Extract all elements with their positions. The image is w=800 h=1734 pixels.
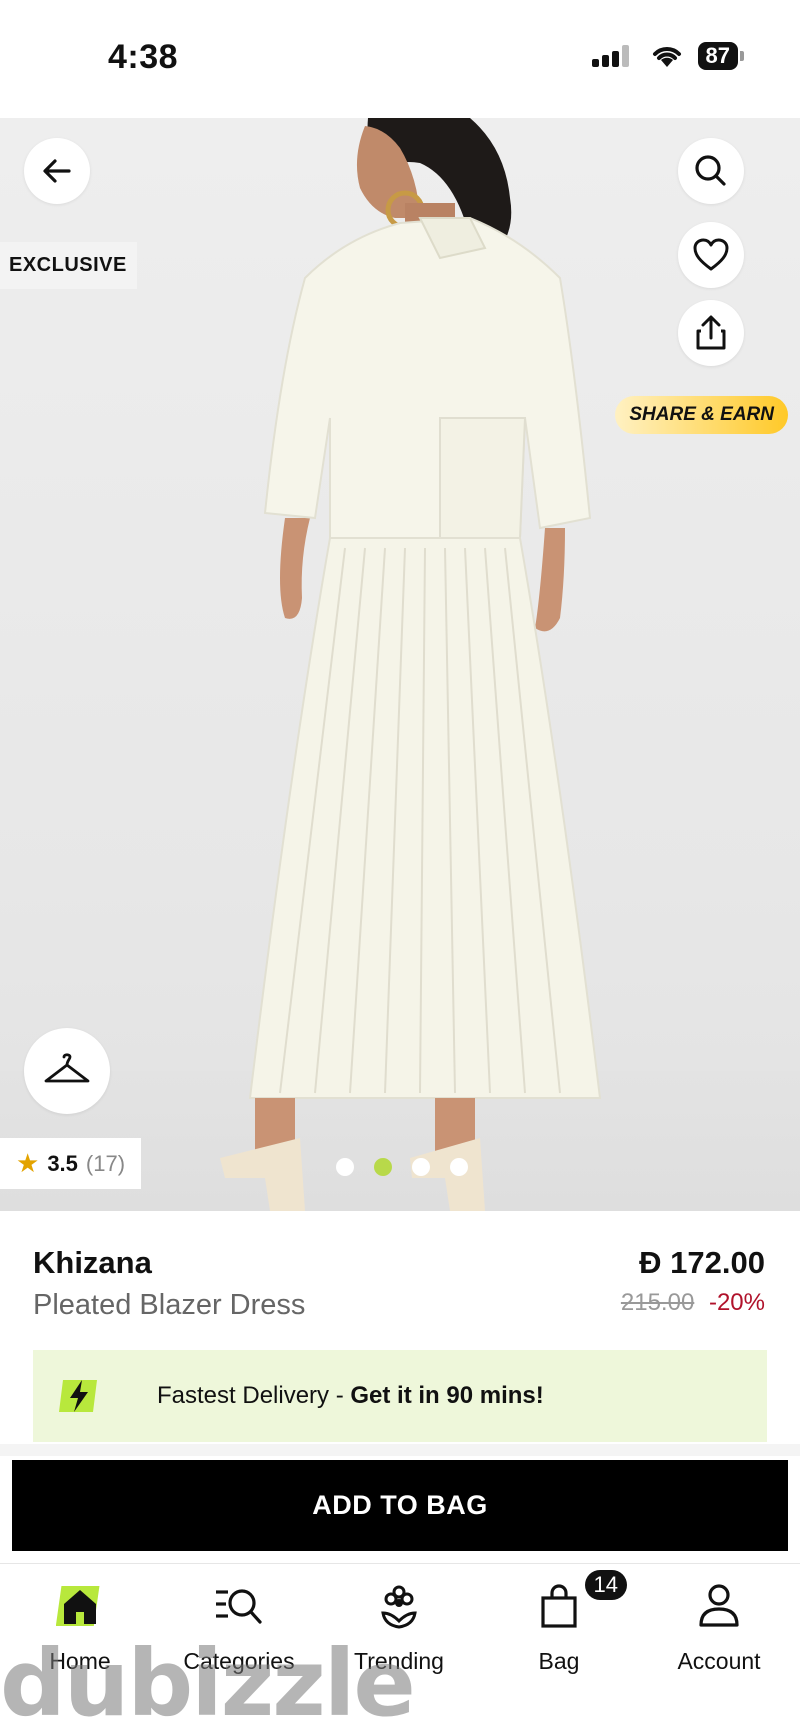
- search-button[interactable]: [678, 138, 744, 204]
- carousel-dot[interactable]: [450, 1158, 468, 1176]
- dubizzle-watermark: dubizzle: [0, 1630, 416, 1734]
- add-to-bag-button[interactable]: ADD TO BAG: [12, 1460, 788, 1551]
- lightning-icon: [59, 1380, 97, 1412]
- wishlist-button[interactable]: [678, 222, 744, 288]
- bag-count-badge: 14: [584, 1570, 627, 1600]
- rating-badge[interactable]: ★ 3.5 (17): [0, 1138, 142, 1189]
- bag-icon: 14: [531, 1570, 627, 1634]
- status-time: 4:38: [108, 38, 179, 76]
- status-icons: 87: [591, 42, 745, 70]
- status-bar: 4:38 87: [0, 0, 800, 118]
- rating-value: 3.5: [47, 1150, 78, 1176]
- star-icon: ★: [16, 1148, 40, 1178]
- share-earn-badge[interactable]: SHARE & EARN: [615, 396, 788, 434]
- wifi-icon: [652, 47, 681, 67]
- currency-symbol: Đ: [639, 1245, 662, 1280]
- back-button[interactable]: [24, 138, 90, 204]
- price-value: 172.00: [670, 1245, 765, 1280]
- product-info: Khizana Pleated Blazer Dress Đ 172.00 21…: [0, 1225, 800, 1335]
- current-price: Đ 172.00: [639, 1245, 765, 1281]
- arrow-left-icon: [43, 159, 71, 183]
- discount-percent: -20%: [708, 1289, 765, 1316]
- nav-item-bag[interactable]: 14 Bag: [484, 1570, 634, 1675]
- trending-icon: [371, 1578, 427, 1634]
- carousel-dot[interactable]: [412, 1158, 430, 1176]
- old-price: 215.00: [620, 1289, 695, 1316]
- nav-label-account: Account: [677, 1648, 761, 1674]
- carousel-dots: [336, 1158, 468, 1176]
- old-price-row: 215.00 -20%: [621, 1289, 765, 1317]
- carousel-dot-active[interactable]: [374, 1158, 392, 1176]
- rating-count: (17): [85, 1150, 126, 1176]
- nav-label-bag: Bag: [538, 1648, 580, 1674]
- battery-indicator: 87: [697, 42, 745, 70]
- carousel-dot[interactable]: [336, 1158, 354, 1176]
- product-image-carousel[interactable]: EXCLUSIVE SHARE & EARN ★ 3.5 (17): [0, 118, 800, 1211]
- section-divider: [0, 1444, 800, 1456]
- delivery-highlight: Get it in 90 mins!: [350, 1382, 544, 1409]
- categories-icon: [211, 1578, 267, 1634]
- account-icon: [691, 1578, 747, 1634]
- nav-item-account[interactable]: Account: [644, 1578, 794, 1675]
- exclusive-badge: EXCLUSIVE: [0, 242, 137, 289]
- brand-name[interactable]: Khizana: [33, 1245, 152, 1281]
- virtual-try-on-button[interactable]: [24, 1028, 110, 1114]
- heart-icon: [693, 238, 729, 271]
- hanger-icon: [44, 1053, 90, 1083]
- delivery-banner: Fastest Delivery - Get it in 90 mins!: [33, 1350, 767, 1442]
- signal-icon: [591, 45, 629, 67]
- share-icon: [696, 315, 726, 350]
- share-button[interactable]: [678, 300, 744, 366]
- search-icon: [695, 155, 726, 186]
- product-name: Pleated Blazer Dress: [33, 1289, 306, 1321]
- delivery-prefix: Fastest Delivery -: [157, 1382, 351, 1409]
- home-icon: [52, 1578, 108, 1634]
